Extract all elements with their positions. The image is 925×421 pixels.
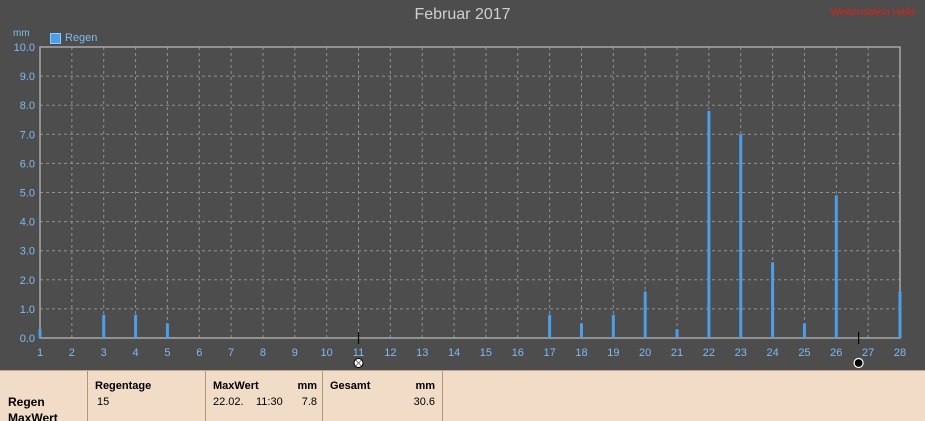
y-tick-label: 5.0 bbox=[20, 188, 35, 200]
y-tick-label: 3.0 bbox=[20, 246, 35, 258]
x-tick-label: 21 bbox=[671, 347, 683, 359]
rain-bar bbox=[579, 323, 583, 338]
x-tick-label: 24 bbox=[766, 347, 778, 359]
x-tick-label: 3 bbox=[101, 347, 107, 359]
legend-swatch-regen bbox=[50, 32, 61, 44]
rain-bar bbox=[165, 323, 169, 338]
rain-bar bbox=[834, 195, 838, 338]
x-tick-label: 16 bbox=[512, 347, 524, 359]
y-tick-label: 1.0 bbox=[20, 304, 35, 316]
value-maxwert-date: 22.02. bbox=[213, 396, 244, 408]
rain-bar bbox=[675, 329, 679, 338]
rain-bar bbox=[102, 314, 106, 338]
rain-bar bbox=[707, 111, 711, 339]
header-gesamt: Gesamt bbox=[330, 380, 371, 392]
rain-bar bbox=[898, 291, 902, 338]
x-tick-label: 19 bbox=[607, 347, 619, 359]
chart-title: Februar 2017 bbox=[414, 6, 511, 23]
y-tick-label: 9.0 bbox=[20, 71, 35, 83]
x-tick-label: 9 bbox=[292, 347, 298, 359]
value-maxwert: 7.8 bbox=[301, 396, 317, 408]
y-tick-label: 0.0 bbox=[20, 333, 35, 345]
x-tick-label: 23 bbox=[735, 347, 747, 359]
x-tick-label: 25 bbox=[798, 347, 810, 359]
x-tick-label: 12 bbox=[384, 347, 396, 359]
station-watermark: Wetterstation Halle bbox=[830, 7, 915, 18]
new-moon-icon bbox=[853, 357, 864, 369]
cell-maxwert: MaxWert mm 22.02. 11:30 7.8 bbox=[205, 371, 323, 421]
row-label-regen: Regen bbox=[8, 395, 45, 409]
y-tick-label: 10.0 bbox=[14, 42, 35, 54]
legend: Regen bbox=[50, 32, 97, 44]
rain-bar bbox=[548, 314, 552, 338]
x-tick-label: 7 bbox=[228, 347, 234, 359]
rain-bar bbox=[134, 314, 138, 338]
x-tick-label: 8 bbox=[260, 347, 266, 359]
x-tick-label: 18 bbox=[575, 347, 587, 359]
x-tick-label: 20 bbox=[639, 347, 651, 359]
cell-regentage: Regentage 15 bbox=[87, 371, 206, 421]
x-tick-label: 15 bbox=[480, 347, 492, 359]
y-axis-unit: mm bbox=[13, 28, 30, 39]
x-tick-label: 6 bbox=[196, 347, 202, 359]
x-tick-label: 10 bbox=[321, 347, 333, 359]
header-gesamt-unit: mm bbox=[415, 380, 435, 392]
x-tick-label: 11 bbox=[353, 347, 364, 359]
cell-gesamt: Gesamt mm 30.6 bbox=[322, 371, 443, 421]
x-tick-label: 28 bbox=[894, 347, 906, 359]
y-tick-label: 2.0 bbox=[20, 275, 35, 287]
value-gesamt: 30.6 bbox=[413, 396, 435, 408]
y-tick-label: 7.0 bbox=[20, 129, 35, 141]
x-tick-label: 22 bbox=[703, 347, 715, 359]
x-tick-label: 13 bbox=[416, 347, 428, 359]
rain-bar bbox=[771, 262, 775, 338]
x-tick-label: 4 bbox=[132, 347, 138, 359]
x-tick-label: 5 bbox=[164, 347, 170, 359]
value-maxwert-time: 11:30 bbox=[256, 396, 283, 408]
y-tick-label: 6.0 bbox=[20, 158, 35, 170]
header-maxwert: MaxWert bbox=[213, 380, 259, 392]
rain-bar bbox=[611, 314, 615, 338]
y-tick-label: 4.0 bbox=[20, 217, 35, 229]
x-tick-label: 1 bbox=[37, 347, 43, 359]
rain-bar bbox=[802, 323, 806, 338]
rain-bar bbox=[643, 291, 647, 338]
value-regentage: 15 bbox=[97, 396, 110, 408]
x-tick-label: 26 bbox=[830, 347, 842, 359]
x-tick-label: 2 bbox=[69, 347, 75, 359]
x-tick-label: 27 bbox=[862, 347, 874, 359]
summary-table: Regen MaxWert Regentage 15 MaxWert mm 22… bbox=[0, 370, 925, 421]
header-maxwert-unit: mm bbox=[297, 380, 317, 392]
chart-area: 0.0 1.0 2.0 3.0 4.0 5.0 6.0 7.0 8.0 9.0 10.0 1 2 3 4 5 6… bbox=[0, 0, 925, 370]
x-tick-label: 14 bbox=[448, 347, 460, 359]
rain-bar bbox=[739, 134, 743, 338]
header-regentage: Regentage bbox=[95, 380, 152, 392]
y-tick-label: 8.0 bbox=[20, 100, 35, 112]
legend-label-regen: Regen bbox=[65, 32, 98, 44]
rain-bar bbox=[38, 329, 42, 338]
rain-chart: 0.01.02.03.04.05.06.07.08.09.010.01 2 3 4 5 6… bbox=[14, 42, 906, 369]
x-tick-label: 17 bbox=[544, 347, 556, 359]
